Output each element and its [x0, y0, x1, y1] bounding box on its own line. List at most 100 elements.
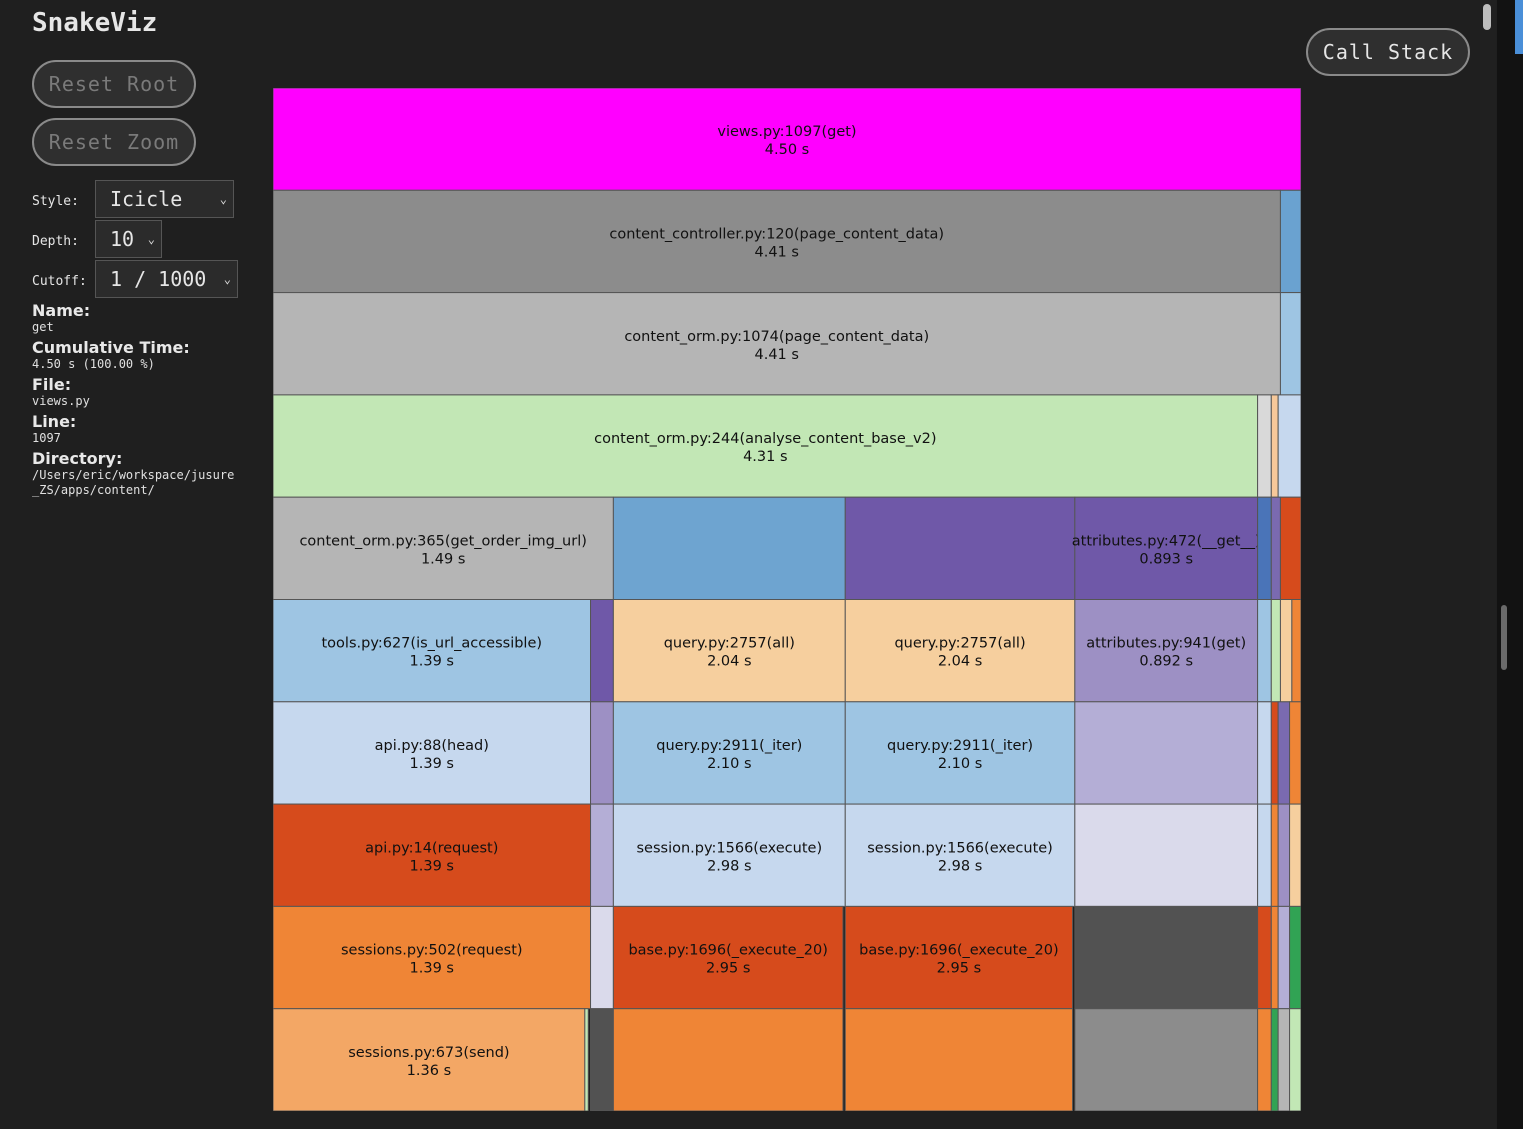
icicle-node-rect[interactable] [1257, 496, 1272, 601]
icicle-node[interactable]: query.py:2911(_iter) 2.10 s [612, 701, 846, 805]
scrollbar-thumb[interactable] [1483, 4, 1491, 30]
icicle-node-rect[interactable] [1074, 905, 1259, 1010]
icicle-node[interactable] [1257, 905, 1272, 1010]
icicle-node[interactable]: session.py:1566(execute) 2.98 s [844, 803, 1076, 907]
icicle-node[interactable] [1270, 496, 1281, 601]
icicle-node-rect[interactable] [1257, 599, 1272, 703]
icicle-node-rect[interactable] [1270, 905, 1279, 1010]
icicle-node[interactable] [1279, 496, 1301, 601]
icicle-node[interactable]: api.py:88(head) 1.39 s [273, 701, 592, 805]
icicle-node[interactable] [590, 803, 614, 907]
icicle-node-rect[interactable] [1279, 292, 1301, 396]
icicle-node[interactable] [1074, 905, 1259, 1010]
icicle-node[interactable] [1270, 905, 1279, 1010]
icicle-node-rect[interactable] [1270, 599, 1281, 703]
icicle-node[interactable] [1277, 803, 1291, 907]
icicle-node[interactable]: base.py:1696(_execute_20) 2.95 s [612, 905, 844, 1010]
icicle-node[interactable] [1257, 599, 1272, 703]
icicle-node[interactable] [1279, 189, 1301, 294]
secondary-scrollbar-thumb[interactable] [1501, 605, 1507, 670]
icicle-node[interactable] [1257, 1008, 1272, 1111]
icicle-node[interactable]: api.py:14(request) 1.39 s [273, 803, 592, 907]
icicle-node[interactable] [1279, 599, 1293, 703]
icicle-node-rect[interactable] [1277, 1008, 1291, 1111]
depth-select[interactable]: 10 ⌄ [95, 220, 162, 258]
icicle-node-rect[interactable] [1270, 803, 1279, 907]
reset-root-button[interactable]: Reset Root [32, 60, 196, 108]
icicle-node-rect[interactable] [1289, 1008, 1301, 1111]
icicle-node[interactable]: session.py:1566(execute) 2.98 s [612, 803, 846, 907]
icicle-node-rect[interactable] [1074, 1008, 1259, 1111]
icicle-node-rect[interactable] [844, 496, 1076, 601]
icicle-node-rect[interactable] [1074, 701, 1259, 805]
icicle-node-rect[interactable] [612, 496, 846, 601]
icicle-node-rect[interactable] [844, 1008, 1074, 1111]
icicle-node-rect[interactable] [1291, 599, 1301, 703]
icicle-node[interactable]: query.py:2757(all) 2.04 s [844, 599, 1076, 703]
icicle-node[interactable]: tools.py:627(is_url_accessible) 1.39 s [273, 599, 592, 703]
icicle-node[interactable] [1289, 803, 1301, 907]
icicle-node[interactable]: attributes.py:941(get) 0.892 s [1074, 599, 1259, 703]
icicle-node[interactable] [590, 1008, 614, 1111]
icicle-node-rect[interactable] [1277, 394, 1301, 498]
icicle-node[interactable] [1257, 803, 1272, 907]
icicle-node[interactable] [1289, 1008, 1301, 1111]
icicle-node-rect[interactable] [1257, 701, 1272, 805]
icicle-node[interactable] [1270, 394, 1279, 498]
icicle-node-rect[interactable] [1257, 394, 1272, 498]
icicle-node[interactable] [612, 496, 846, 601]
icicle-node[interactable]: content_orm.py:244(analyse_content_base_… [273, 394, 1259, 498]
icicle-node-rect[interactable] [1289, 701, 1301, 805]
icicle-node[interactable]: query.py:2757(all) 2.04 s [612, 599, 846, 703]
icicle-node-rect[interactable] [1279, 599, 1293, 703]
icicle-node[interactable] [1270, 701, 1279, 805]
icicle-node[interactable]: content_controller.py:120(page_content_d… [273, 189, 1281, 294]
icicle-node-rect[interactable] [1279, 189, 1301, 294]
icicle-node-rect[interactable] [584, 1008, 589, 1111]
icicle-node[interactable] [1257, 496, 1272, 601]
icicle-node-rect[interactable] [1074, 803, 1259, 907]
icicle-node[interactable] [1277, 394, 1301, 498]
icicle-node[interactable]: views.py:1097(get) 4.50 s [273, 88, 1301, 191]
icicle-node-rect[interactable] [1277, 701, 1291, 805]
icicle-node[interactable]: query.py:2911(_iter) 2.10 s [844, 701, 1076, 805]
icicle-node[interactable] [1257, 701, 1272, 805]
icicle-node-rect[interactable] [612, 1008, 844, 1111]
icicle-node-rect[interactable] [590, 803, 614, 907]
icicle-node[interactable] [612, 1008, 844, 1111]
icicle-node[interactable] [1270, 599, 1281, 703]
icicle-node[interactable] [590, 701, 614, 805]
icicle-node[interactable] [1277, 1008, 1291, 1111]
icicle-node[interactable] [590, 905, 614, 1010]
icicle-node[interactable] [1074, 1008, 1259, 1111]
icicle-node[interactable]: attributes.py:472(__get__) 0.893 s [1072, 496, 1261, 601]
icicle-node[interactable] [584, 1008, 589, 1111]
icicle-node-rect[interactable] [1257, 905, 1272, 1010]
icicle-node[interactable] [844, 1008, 1074, 1111]
icicle-node-rect[interactable] [1270, 394, 1279, 498]
icicle-node[interactable]: content_orm.py:365(get_order_img_url) 1.4… [273, 496, 614, 601]
icicle-node-rect[interactable] [1257, 1008, 1272, 1111]
icicle-node[interactable] [1289, 701, 1301, 805]
icicle-node-rect[interactable] [1270, 496, 1281, 601]
icicle-node[interactable]: content_orm.py:1074(page_content_data) 4.… [273, 292, 1281, 396]
icicle-node[interactable] [1289, 905, 1301, 1010]
icicle-node[interactable]: base.py:1696(_execute_20) 2.95 s [844, 905, 1074, 1010]
icicle-node[interactable] [1074, 803, 1259, 907]
icicle-node-rect[interactable] [590, 905, 614, 1010]
icicle-node-rect[interactable] [1270, 1008, 1279, 1111]
icicle-node[interactable] [1291, 599, 1301, 703]
icicle-node-rect[interactable] [1277, 905, 1291, 1010]
icicle-node-rect[interactable] [1270, 701, 1279, 805]
icicle-node-rect[interactable] [1289, 803, 1301, 907]
icicle-node-rect[interactable] [1279, 496, 1301, 601]
icicle-node[interactable] [1279, 292, 1301, 396]
icicle-node[interactable] [1257, 394, 1272, 498]
icicle-chart[interactable]: views.py:1097(get) 4.50 s content_controll… [273, 88, 1301, 1111]
icicle-node[interactable] [1074, 701, 1259, 805]
icicle-node[interactable] [590, 599, 614, 703]
icicle-node[interactable] [1277, 701, 1291, 805]
icicle-node-rect[interactable] [1289, 905, 1301, 1010]
icicle-node-rect[interactable] [1277, 803, 1291, 907]
icicle-node-rect[interactable] [1257, 803, 1272, 907]
